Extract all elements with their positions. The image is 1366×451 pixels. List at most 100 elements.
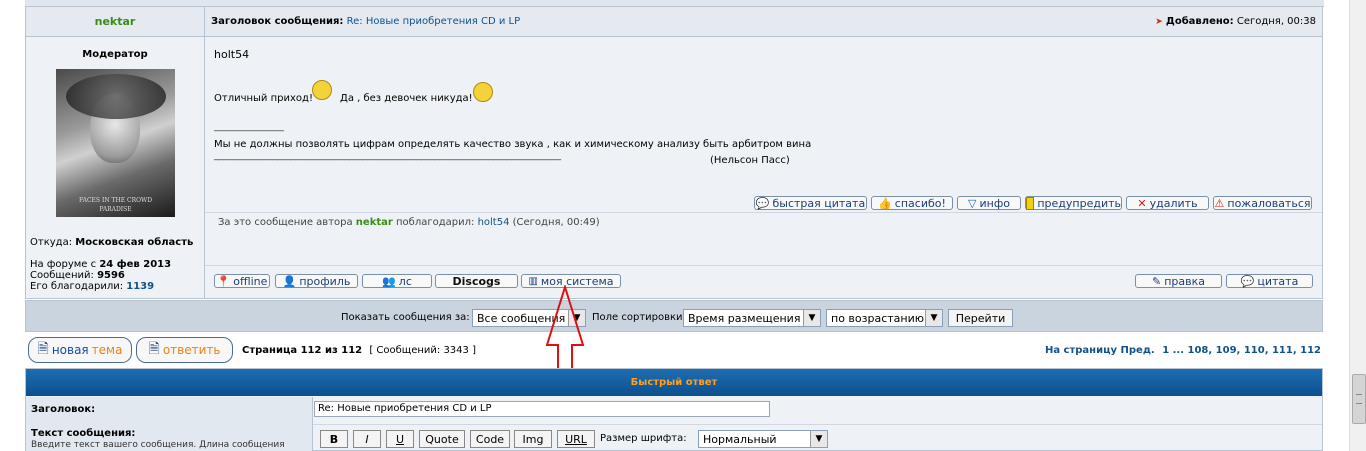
pencil-icon: ✎ [1151, 274, 1162, 288]
sort-select[interactable]: Время размещения ▼ [683, 309, 821, 327]
thanks-value[interactable]: 1139 [126, 281, 154, 292]
font-size-select[interactable]: Нормальный ▼ [698, 430, 828, 448]
author-name[interactable]: nektar [95, 15, 136, 28]
page-links[interactable]: 1 ... 108, 109, 110, 111, 112 [1162, 345, 1321, 356]
code-tag-button[interactable]: Code [470, 430, 510, 448]
info-button[interactable]: ▽ инфо [957, 196, 1021, 210]
info-triangle-icon: ▽ [968, 196, 977, 210]
delete-button[interactable]: ✕ удалить [1126, 196, 1209, 210]
quick-quote-button[interactable]: 💬 быстрая цитата [754, 196, 867, 210]
sort-select-value: Время размещения [688, 311, 801, 325]
quick-reply-header: Быстрый ответ [26, 369, 1322, 396]
author-header: nektar [26, 7, 205, 37]
underline-label: U [395, 432, 405, 446]
font-size-label: Размер шрифта: [600, 433, 687, 444]
signature-text: Мы не должны позволять цифрам определять… [214, 139, 812, 150]
info-label: инфо [979, 196, 1010, 210]
go-button[interactable]: Перейти [948, 309, 1013, 327]
author-role: Модератор [82, 49, 148, 60]
font-size-value: Нормальный [703, 432, 777, 446]
messages-label: Сообщений: [30, 270, 94, 281]
report-triangle-icon: ⚠ [1214, 196, 1225, 210]
url-tag-label: URL [565, 432, 587, 446]
thanked-time: (Сегодня, 00:49) [512, 217, 600, 228]
url-tag-button[interactable]: URL [557, 430, 595, 448]
chevron-down-icon: ▼ [925, 310, 942, 326]
posts-count: [ Сообщений: 3343 ] [369, 345, 476, 356]
bold-label: B [329, 432, 339, 446]
go-label: Перейти [955, 311, 1006, 325]
italic-button[interactable]: I [353, 430, 381, 448]
new-topic-label-2: тема [91, 343, 123, 357]
reply-button[interactable]: 🗎 ответить [136, 337, 233, 363]
avatar-caption: FACES IN THE CROWD [78, 197, 153, 204]
profile-label: профиль [299, 274, 351, 288]
underline-button[interactable]: U [386, 430, 414, 448]
chevron-down-icon: ▼ [803, 310, 820, 326]
delete-x-icon: ✕ [1137, 196, 1147, 210]
since-value: 24 фев 2013 [99, 259, 172, 270]
pm-label: лс [398, 274, 412, 288]
quick-reply-title: Быстрый ответ [630, 377, 718, 388]
profile-actions-row: 📍 offline 👤 профиль 👥 лс Discogs ▥ моя систе… [205, 265, 1322, 299]
goto-page-label: На страницу [1044, 345, 1118, 356]
quote-tag-button[interactable]: Quote [419, 430, 465, 448]
qr-subject-input[interactable]: Re: Новые приобретения CD и LP [314, 401, 770, 417]
smiley-thumbs-icon [312, 80, 332, 100]
avatar[interactable]: FACES IN THE CROWD PARADISE [56, 69, 175, 217]
warn-label: предупредить [1037, 196, 1121, 210]
pm-button[interactable]: 👥 лс [362, 274, 432, 288]
thanked-author[interactable]: nektar [356, 217, 393, 228]
qr-subject-value: Re: Новые приобретения CD и LP [318, 403, 492, 414]
show-label: Показать сообщения за: [341, 312, 470, 323]
qr-subject-label: Заголовок: [31, 404, 96, 415]
since-label: На форуме с [30, 259, 97, 270]
vertical-scrollbar[interactable] [1349, 0, 1366, 451]
discogs-button[interactable]: Discogs [435, 274, 518, 288]
thanks-button[interactable]: 👍 спасибо! [871, 196, 953, 210]
thanked-prefix: За это сообщение автора [218, 217, 353, 228]
warn-button[interactable]: предупредить [1025, 196, 1122, 210]
new-topic-label: новая [51, 343, 89, 357]
offline-button[interactable]: 📍 offline [214, 274, 270, 288]
bold-button[interactable]: B [320, 430, 348, 448]
subject-link[interactable]: Re: Новые приобретения CD и LP [347, 16, 520, 27]
img-tag-label: Img [522, 432, 544, 446]
document-icon: 🗎 [37, 341, 49, 357]
thanked-line [205, 212, 1322, 213]
new-topic-button[interactable]: 🗎 новая тема [28, 337, 132, 363]
quote-label: цитата [1257, 274, 1299, 288]
order-select[interactable]: по возрастанию ▼ [826, 309, 943, 327]
code-tag-label: Code [475, 432, 505, 446]
offline-pin-icon: 📍 [216, 274, 231, 288]
thumbs-up-icon: 👍 [878, 196, 892, 210]
page-info: Страница 112 из 112 [242, 345, 363, 356]
prev-page-link[interactable]: Пред. [1121, 345, 1155, 356]
img-tag-button[interactable]: Img [514, 430, 552, 448]
thanked-user[interactable]: holt54 [478, 217, 510, 228]
speech-icon: 💬 [755, 196, 770, 210]
scrollbar-thumb[interactable] [1352, 374, 1366, 424]
subject-prefix: Заголовок сообщения: [211, 16, 344, 27]
thanks-label: Его благодарили: [30, 281, 124, 292]
messages-value: 9596 [97, 270, 125, 281]
thanks-label: спасибо! [894, 196, 946, 210]
offline-label: offline [233, 274, 268, 288]
user-icon: 👤 [282, 274, 297, 288]
users-pm-icon: 👥 [382, 274, 396, 288]
discogs-label: Discogs [452, 274, 501, 288]
sort-label: Поле сортировки [592, 312, 683, 323]
qr-text-label: Текст сообщения: [31, 428, 136, 439]
location-value: Московская область [75, 237, 194, 248]
equalizer-icon: ▥ [528, 275, 538, 287]
profile-button[interactable]: 👤 профиль [275, 274, 358, 288]
added-label: Добавлено: [1165, 16, 1234, 27]
added-value: Сегодня, 00:38 [1236, 16, 1316, 27]
edit-button[interactable]: ✎ правка [1135, 274, 1222, 288]
qr-text-hint: Введите текст вашего сообщения. Длина со… [31, 440, 285, 450]
report-label: пожаловаться [1227, 196, 1311, 210]
report-button[interactable]: ⚠ пожаловаться [1213, 196, 1312, 210]
edit-label: правка [1164, 274, 1205, 288]
quote-button[interactable]: 💬 цитата [1226, 274, 1313, 288]
quote-bubble-icon: 💬 [1240, 274, 1255, 288]
